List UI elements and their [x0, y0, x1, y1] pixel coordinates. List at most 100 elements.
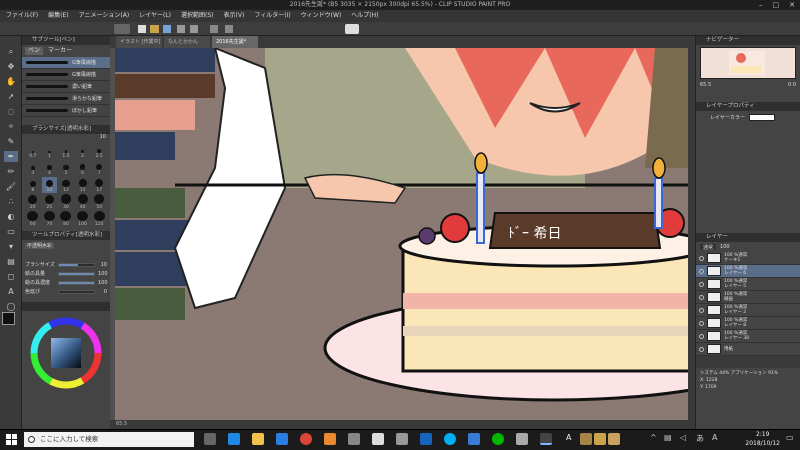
tray-app-icon[interactable] — [580, 433, 592, 445]
wand-tool-icon[interactable]: ✧ — [4, 121, 18, 132]
maximize-icon[interactable]: □ — [773, 0, 780, 10]
mail-icon[interactable] — [372, 433, 384, 445]
figure-tool-icon[interactable]: ◻ — [4, 271, 18, 282]
brush-size-option[interactable]: 7 — [91, 160, 107, 176]
app-icon[interactable] — [348, 433, 360, 445]
brush-item[interactable]: 滑らかな鉛筆 — [22, 93, 110, 105]
ie-browser-icon[interactable] — [420, 433, 432, 445]
undo-icon[interactable] — [177, 25, 185, 33]
layer-row[interactable]: 100 %通常 線画 — [696, 291, 800, 304]
close-icon[interactable]: ✕ — [789, 0, 795, 10]
zoom-tool-icon[interactable]: ⌕ — [4, 46, 18, 57]
visibility-eye-icon[interactable] — [699, 307, 704, 313]
network-icon[interactable]: ▤ — [664, 433, 672, 442]
layer-row[interactable]: 用紙 — [696, 343, 800, 356]
brush-size-option[interactable]: 25 — [42, 194, 58, 210]
volume-icon[interactable]: ◁ — [680, 433, 686, 442]
pen-tool-icon[interactable]: ✒ — [4, 151, 18, 162]
language-indicator[interactable]: A — [566, 433, 571, 442]
pencil-tool-icon[interactable]: ✏ — [4, 166, 18, 177]
hand-tool-icon[interactable]: ✋ — [4, 76, 18, 87]
layer-row[interactable]: 100 %通常 レイヤー 8 — [696, 317, 800, 330]
canvas-tab[interactable]: イラスト [作業中] — [116, 36, 162, 48]
taskbar-search-input[interactable]: ここに入力して検索 — [24, 432, 194, 447]
tray-app-icon[interactable] — [608, 433, 620, 445]
navigator-angle[interactable]: 0.0 — [788, 81, 796, 90]
layer-row[interactable]: 100 %通常 レイヤー 38 — [696, 330, 800, 343]
color-wheel[interactable] — [22, 311, 110, 391]
brush-size-option[interactable]: 10 — [41, 177, 58, 193]
brush-size-option[interactable]: 40 — [75, 194, 91, 210]
ime-mode-icon[interactable]: A — [712, 433, 717, 442]
brush-size-option[interactable]: 60 — [25, 211, 41, 227]
property-slider[interactable] — [58, 289, 95, 294]
move-tool-icon[interactable]: ✥ — [4, 61, 18, 72]
chrome-icon[interactable] — [300, 433, 312, 445]
brush-item[interactable]: G筆風線描 — [22, 57, 110, 69]
brush-size-option[interactable]: 15 — [75, 177, 91, 193]
menu-filter[interactable]: フィルター(I) — [254, 10, 290, 22]
brush-size-option[interactable]: 1 — [42, 143, 58, 159]
balloon-tool-icon[interactable]: ◯ — [4, 301, 18, 312]
tray-app-icon[interactable] — [594, 433, 606, 445]
blend-tool-icon[interactable]: ◐ — [4, 211, 18, 222]
menu-layer[interactable]: レイヤー(L) — [139, 10, 171, 22]
transform-icon[interactable] — [225, 25, 233, 33]
layer-row[interactable]: 100 %通常 ケーキ1 — [696, 252, 800, 265]
notification-icon[interactable]: ▭ — [786, 433, 796, 445]
navigator-zoom[interactable]: 65.5 — [700, 81, 711, 90]
windows-start-icon[interactable] — [6, 434, 17, 445]
navigator-preview[interactable] — [700, 47, 796, 79]
visibility-eye-icon[interactable] — [699, 268, 704, 274]
firefox-icon[interactable] — [324, 433, 336, 445]
blend-mode-select[interactable]: 通常 — [700, 244, 717, 251]
lasso-tool-icon[interactable]: ◌ — [4, 106, 18, 117]
edge-browser-icon[interactable] — [228, 433, 240, 445]
menu-animation[interactable]: アニメーション(A) — [79, 10, 130, 22]
layer-row[interactable]: 100 %通常 レイヤー 6 — [696, 265, 800, 278]
redo-icon[interactable] — [190, 25, 198, 33]
layer-color-swatch[interactable] — [748, 113, 775, 121]
taskbar-clock[interactable]: 2:19 2018/10/12 — [745, 430, 780, 448]
menu-file[interactable]: ファイル(F) — [6, 10, 38, 22]
visibility-eye-icon[interactable] — [699, 320, 704, 326]
new-file-icon[interactable] — [138, 25, 146, 33]
brush-item[interactable]: ぼかし鉛筆 — [22, 105, 110, 117]
brush-size-option[interactable]: 8 — [25, 177, 41, 193]
text-tool-icon[interactable]: A — [4, 286, 18, 297]
visibility-eye-icon[interactable] — [699, 346, 704, 352]
minimize-icon[interactable]: – — [759, 0, 763, 10]
task-view-icon[interactable] — [204, 433, 216, 445]
brush-size-option[interactable]: 5 — [58, 160, 74, 176]
file-explorer-icon[interactable] — [252, 433, 264, 445]
brush-size-option[interactable]: 80 — [58, 211, 74, 227]
clip-studio-taskbar-icon[interactable] — [540, 433, 552, 445]
eraser-tool-icon[interactable]: ▭ — [4, 226, 18, 237]
layer-row[interactable]: 100 %通常 レイヤー 5 — [696, 278, 800, 291]
brush-size-option[interactable]: 2.5 — [91, 143, 107, 159]
eyedropper-tool-icon[interactable]: ✎ — [4, 136, 18, 147]
brush-size-option[interactable]: 30 — [58, 194, 74, 210]
brush-size-option[interactable]: 6 — [75, 160, 91, 176]
menu-view[interactable]: 表示(V) — [224, 10, 245, 22]
layer-opacity[interactable]: 100 — [720, 244, 730, 250]
tray-chevron-icon[interactable]: ^ — [650, 433, 657, 442]
brush-size-option[interactable]: 4 — [42, 160, 58, 176]
fill-tool-icon[interactable]: ▾ — [4, 241, 18, 252]
saturation-value-square[interactable] — [51, 338, 81, 368]
layer-row[interactable]: 100 %通常 レイヤー 2 — [696, 304, 800, 317]
brush-item[interactable]: 濃い鉛筆 — [22, 81, 110, 93]
brush-size-option[interactable]: 12 — [58, 177, 74, 193]
brush-size-option[interactable]: 1.5 — [58, 143, 74, 159]
store-icon[interactable] — [276, 433, 288, 445]
menu-selection[interactable]: 選択範囲(S) — [181, 10, 214, 22]
brush-size-option[interactable]: 2 — [75, 143, 91, 159]
operation-tool-icon[interactable]: ➚ — [4, 91, 18, 102]
clip-studio-icon[interactable] — [114, 24, 130, 34]
menu-edit[interactable]: 編集(E) — [48, 10, 68, 22]
app-icon[interactable] — [516, 433, 528, 445]
menu-help[interactable]: ヘルプ(H) — [351, 10, 378, 22]
menu-window[interactable]: ウィンドウ(W) — [301, 10, 342, 22]
brush-size-option[interactable]: 0.7 — [25, 143, 41, 159]
open-file-icon[interactable] — [150, 25, 159, 33]
